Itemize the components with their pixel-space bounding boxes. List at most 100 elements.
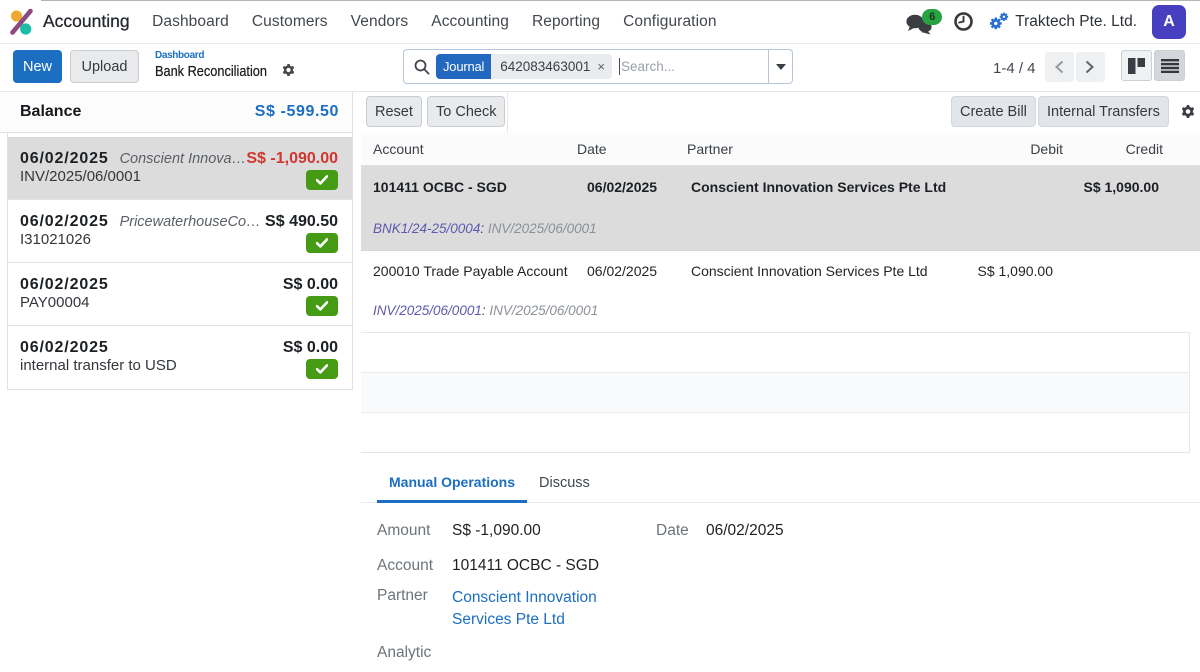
col-account[interactable]: Account (361, 141, 577, 157)
line-label: internal transfer to USD (20, 357, 306, 374)
analytic-label: Analytic (377, 644, 452, 662)
chevron-left-icon (1054, 60, 1064, 74)
activities-button[interactable] (954, 12, 973, 31)
settings-gears-button[interactable] (989, 12, 1009, 31)
check-icon (316, 301, 328, 311)
account-value[interactable]: 101411 OCBC - SGD (452, 557, 656, 575)
line-row-1: 06/02/2025 PricewaterhouseCo… S$ 490.50 (20, 213, 338, 231)
menu-vendors[interactable]: Vendors (339, 13, 420, 31)
text-cursor (619, 58, 620, 75)
menu-reporting[interactable]: Reporting (520, 13, 611, 31)
line-row-2: internal transfer to USD (20, 357, 338, 379)
empty-table-row (361, 373, 1189, 413)
check-icon (316, 364, 328, 374)
col-partner[interactable]: Partner (681, 141, 931, 157)
reset-button[interactable]: Reset (366, 96, 422, 127)
table-header: Account Date Partner Debit Credit (361, 133, 1200, 166)
list-view-button[interactable] (1154, 50, 1185, 81)
move-reference-link[interactable]: BNK1/24-25/0004 (373, 221, 480, 236)
app-logo-icon[interactable] (10, 8, 35, 36)
gears-icon (989, 12, 1009, 31)
company-name[interactable]: Traktech Pte. Ltd. (1015, 13, 1137, 31)
control-panel: New Upload Dashboard Bank Reconciliation… (0, 45, 1200, 92)
amount-label: Amount (377, 522, 452, 540)
search-input[interactable]: Search... (621, 59, 768, 74)
chevron-right-icon (1085, 60, 1095, 74)
line-row-2: INV/2025/06/0001 (20, 168, 338, 190)
col-credit[interactable]: Credit (1065, 141, 1164, 157)
statement-line-item[interactable]: 06/02/2025 PricewaterhouseCo… S$ 490.50 … (8, 200, 352, 263)
form-row-analytic: Analytic (377, 635, 1200, 670)
move-reference-link[interactable]: INV/2025/06/0001 (373, 303, 482, 318)
pager-previous-button[interactable] (1045, 52, 1074, 82)
date-value[interactable]: 06/02/2025 (706, 522, 910, 540)
partner-value-wrap: Conscient Innovation Services Pte Ltd (452, 587, 656, 631)
amount-value[interactable]: S$ -1,090.00 (452, 522, 656, 540)
date-label: Date (656, 522, 706, 540)
menu-customers[interactable]: Customers (240, 13, 339, 31)
create-bill-button[interactable]: Create Bill (951, 96, 1036, 127)
move-line-subline: INV/2025/06/0001: INV/2025/06/0001 (361, 291, 1200, 332)
notebook-tabs: Manual Operations Discuss (361, 453, 1200, 503)
breadcrumb-dashboard-link[interactable]: Dashboard (155, 49, 295, 62)
upload-button[interactable]: Upload (70, 50, 139, 83)
internal-transfers-button[interactable]: Internal Transfers (1038, 96, 1169, 127)
validate-button[interactable] (306, 170, 338, 190)
pager-next-button[interactable] (1076, 52, 1105, 82)
search-bar[interactable]: Journal 642083463001 × Search... (403, 49, 793, 84)
form-row-amount: Amount S$ -1,090.00 Date 06/02/2025 (377, 513, 1200, 548)
menu-configuration[interactable]: Configuration (612, 13, 729, 31)
facet-remove-icon[interactable]: × (597, 59, 605, 74)
clock-icon (954, 12, 973, 31)
cell-date: 06/02/2025 (577, 179, 681, 195)
line-date: 06/02/2025 (20, 339, 109, 357)
app-name[interactable]: Accounting (43, 11, 130, 32)
action-gear-icon[interactable] (282, 64, 295, 82)
menu-dashboard[interactable]: Dashboard (141, 13, 241, 31)
line-label: I31021026 (20, 231, 306, 248)
line-amount: S$ -1,090.00 (246, 150, 338, 168)
table-settings-gear-icon[interactable] (1181, 105, 1195, 124)
move-line-row[interactable]: 200010 Trade Payable Account 06/02/2025 … (361, 251, 1200, 332)
statement-line-list: 06/02/2025 Conscient Innova… S$ -1,090.0… (7, 133, 352, 390)
cell-account: 101411 OCBC - SGD (361, 179, 577, 195)
col-date[interactable]: Date (577, 141, 681, 157)
partner-link[interactable]: Conscient Innovation Services Pte Ltd (452, 587, 612, 631)
validate-button[interactable] (306, 296, 338, 316)
messages-button[interactable]: 6 (906, 8, 934, 36)
col-debit[interactable]: Debit (931, 141, 1065, 157)
messages-count-badge: 6 (922, 9, 942, 25)
form-row-partner: Partner Conscient Innovation Services Pt… (377, 583, 1200, 635)
kanban-view-button[interactable] (1121, 50, 1152, 81)
check-icon (316, 175, 328, 185)
line-label: INV/2025/06/0001 (20, 168, 306, 185)
search-facet-value: 642083463001 × (491, 54, 612, 79)
statement-line-item[interactable]: 06/02/2025 S$ 0.00 internal transfer to … (8, 326, 352, 389)
move-line-row[interactable]: 101411 OCBC - SGD 06/02/2025 Conscient I… (361, 166, 1200, 251)
validate-button[interactable] (306, 233, 338, 253)
statement-line-item[interactable]: 06/02/2025 S$ 0.00 PAY00004 (8, 263, 352, 326)
empty-table-row (361, 413, 1189, 453)
line-label: PAY00004 (20, 294, 306, 311)
search-facet: Journal 642083463001 × (436, 54, 612, 79)
tab-discuss[interactable]: Discuss (527, 463, 602, 503)
validate-button[interactable] (306, 359, 338, 379)
balance-amount: S$ -599.50 (255, 103, 339, 121)
search-options-toggle[interactable] (768, 50, 792, 83)
line-amount: S$ 0.00 (283, 339, 338, 357)
chevron-down-icon (776, 64, 786, 70)
tab-manual-operations[interactable]: Manual Operations (377, 463, 527, 503)
cell-partner: Conscient Innovation Services Pte Ltd (681, 263, 931, 279)
partner-label: Partner (377, 587, 452, 605)
new-button[interactable]: New (13, 50, 62, 83)
view-switcher (1121, 50, 1185, 81)
to-check-button[interactable]: To Check (427, 96, 505, 127)
menu-accounting[interactable]: Accounting (420, 13, 521, 31)
user-avatar[interactable]: A (1152, 5, 1186, 39)
line-row-1: 06/02/2025 S$ 0.00 (20, 276, 338, 294)
cell-partner: Conscient Innovation Services Pte Ltd (681, 179, 931, 195)
actions-row: Reset To Check Create Bill Internal Tran… (361, 92, 1200, 133)
statement-line-item[interactable]: 06/02/2025 Conscient Innova… S$ -1,090.0… (8, 137, 352, 200)
move-line-memo: INV/2025/06/0001 (484, 221, 597, 236)
search-facet-value-text: 642083463001 (500, 59, 590, 74)
